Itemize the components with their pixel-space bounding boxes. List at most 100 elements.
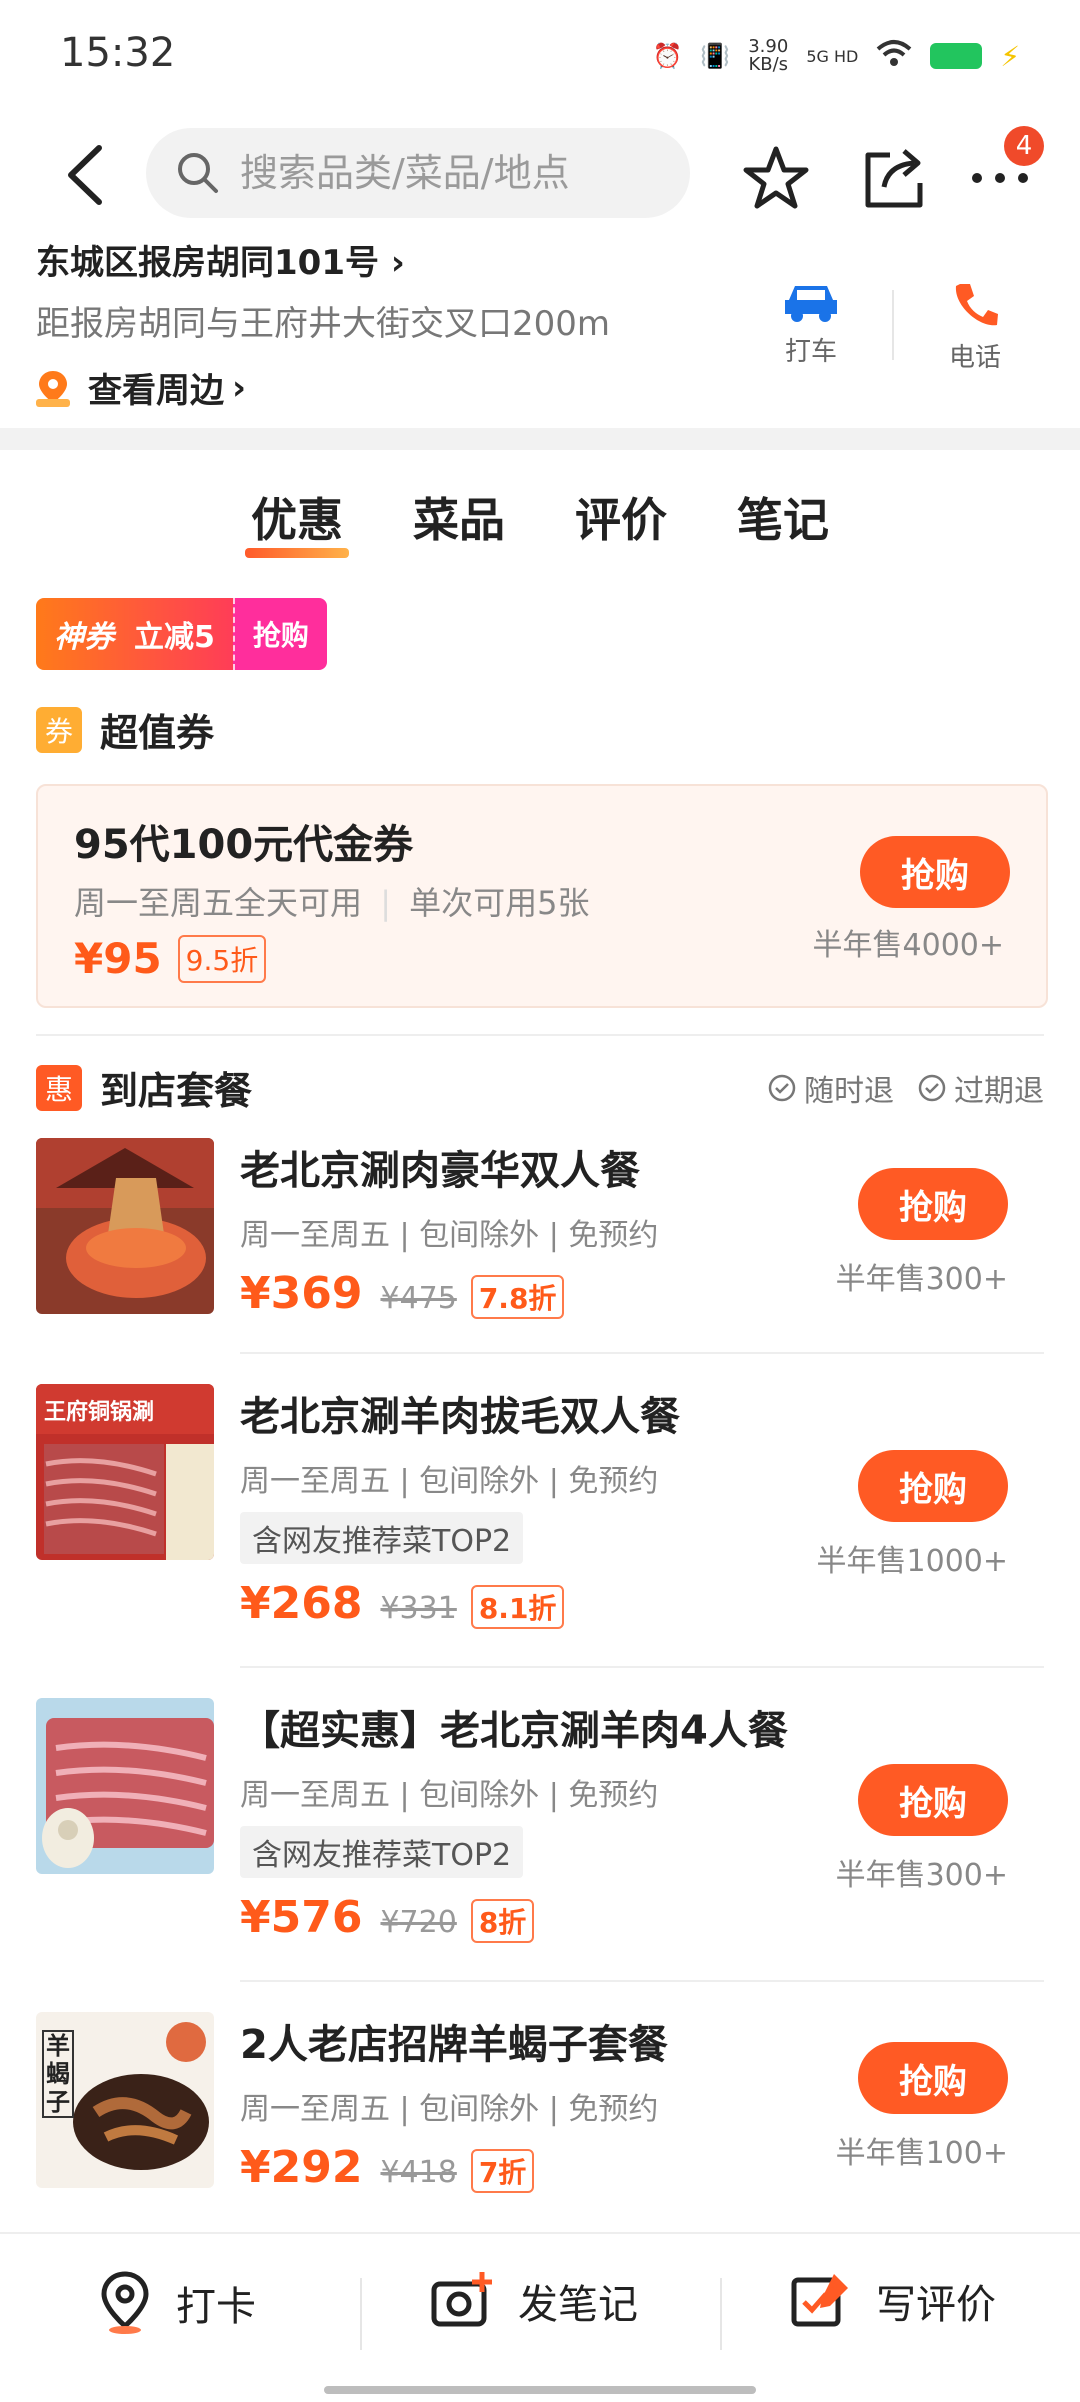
camera-add-icon <box>431 2272 492 2327</box>
edit-review-icon <box>791 2274 848 2327</box>
voucher-title: 95代100元代金券 <box>74 822 414 868</box>
deal-buy-button[interactable]: 抢购 <box>858 1764 1008 1836</box>
tab-reviews[interactable]: 评价 <box>571 484 671 554</box>
deal-item[interactable]: 王府铜锅涮 老北京涮羊肉拔毛双人餐 周一至周五 | 包间除外 | 免预约 含网友… <box>36 1384 1044 1664</box>
promo-tag: 神券 <box>54 620 114 655</box>
deal-original-price: ¥475 <box>380 1281 457 1316</box>
discount-icon: 惠 <box>36 1064 82 1111</box>
refund-any-label: 随时退 <box>804 1074 894 1109</box>
deal-tag: 含网友推荐菜TOP2 <box>240 1512 524 1564</box>
package-section-title: 到店套餐 <box>100 1069 253 1113</box>
voucher-desc-2: 单次可用5张 <box>409 884 590 922</box>
top-nav: 4 <box>0 120 1080 230</box>
deal-original-price: ¥418 <box>380 2155 457 2190</box>
deal-sold: 半年售300+ <box>835 1262 1008 1297</box>
deal-sold: 半年售300+ <box>835 1858 1008 1893</box>
deal-price: ¥268 <box>240 1578 363 1629</box>
deal-original-price: ¥331 <box>380 1591 457 1626</box>
deal-image-text: 羊蝎子 <box>42 2030 74 2118</box>
address-title[interactable]: 东城区报房胡同101号 › <box>36 235 796 284</box>
location-icon <box>101 2271 149 2334</box>
status-time: 15:32 <box>60 30 176 76</box>
battery-icon <box>930 43 983 69</box>
tab-notes[interactable]: 笔记 <box>733 484 833 554</box>
deal-price-row: ¥292 ¥418 7折 <box>240 2142 800 2193</box>
deal-tag: 含网友推荐菜TOP2 <box>240 1826 524 1878</box>
coupon-icon: 券 <box>36 706 82 753</box>
bottom-action-bar: 打卡 发笔记 写评价 <box>0 2232 1080 2402</box>
desc-divider: | <box>380 884 391 922</box>
vibrate-icon: 📳 <box>700 42 731 70</box>
back-button[interactable] <box>50 140 120 210</box>
refund-tags: 随时退 过期退 <box>768 1066 1044 1110</box>
deal-conditions: 周一至周五 | 包间除外 | 免预约 <box>240 1778 659 1813</box>
taxi-label: 打车 <box>784 337 837 367</box>
voucher-price-row: ¥95 9.5折 <box>74 934 267 983</box>
deal-discount: 8.1折 <box>470 1585 565 1629</box>
voucher-price: ¥95 <box>74 934 162 983</box>
deal-item[interactable]: 羊蝎子 2人老店招牌羊蝎子套餐 周一至周五 | 包间除外 | 免预约 ¥292 … <box>36 2012 1044 2212</box>
phone-button[interactable]: 电话 <box>900 280 1050 374</box>
tab-deals[interactable]: 优惠 <box>245 484 349 558</box>
deal-item[interactable]: 老北京涮肉豪华双人餐 周一至周五 | 包间除外 | 免预约 ¥369 ¥475 … <box>36 1138 1044 1358</box>
post-note-label: 发笔记 <box>518 2282 638 2328</box>
deal-conditions: 周一至周五 | 包间除外 | 免预约 <box>240 1218 659 1253</box>
back-arrow-icon <box>68 145 102 205</box>
divider <box>240 1666 1044 1668</box>
refund-expire: 过期退 <box>918 1066 1044 1110</box>
signal-label: 5G HD <box>806 46 859 66</box>
status-icons: ⏰ 📳 3.90 KB/s 5G HD ⚡ <box>652 38 1020 74</box>
voucher-discount: 9.5折 <box>177 934 267 983</box>
voucher-sold: 半年售4000+ <box>812 928 1004 963</box>
deal-price: ¥369 <box>240 1268 363 1319</box>
status-bar: 15:32 ⏰ 📳 3.90 KB/s 5G HD ⚡ <box>0 0 1080 115</box>
deal-price: ¥576 <box>240 1892 363 1943</box>
voucher-buy-button[interactable]: 抢购 <box>860 836 1010 908</box>
promo-buy-button[interactable]: 抢购 <box>232 598 327 670</box>
star-icon <box>743 146 809 209</box>
promo-coupon[interactable]: 神券 立减5 抢购 <box>36 598 327 670</box>
voucher-card[interactable]: 95代100元代金券 周一至周五全天可用 | 单次可用5张 ¥95 9.5折 抢… <box>36 784 1048 1008</box>
phone-icon <box>955 284 998 326</box>
deal-item[interactable]: 【超实惠】老北京涮羊肉4人餐 周一至周五 | 包间除外 | 免预约 含网友推荐菜… <box>36 1698 1044 1978</box>
more-button[interactable]: 4 <box>960 126 1044 218</box>
deal-price: ¥292 <box>240 2142 363 2193</box>
deal-image <box>36 1138 214 1314</box>
nearby-link[interactable]: 查看周边 › <box>36 363 796 412</box>
deal-discount: 7折 <box>470 2149 535 2193</box>
deal-buy-button[interactable]: 抢购 <box>858 1450 1008 1522</box>
favorite-button[interactable] <box>736 138 816 218</box>
refund-expire-label: 过期退 <box>954 1074 1044 1109</box>
deal-title: 老北京涮肉豪华双人餐 <box>240 1148 640 1194</box>
alarm-icon: ⏰ <box>652 42 683 70</box>
deal-buy-button[interactable]: 抢购 <box>858 1168 1008 1240</box>
promo-left: 神券 立减5 <box>36 598 233 670</box>
divider <box>240 1352 1044 1354</box>
deal-title: 【超实惠】老北京涮羊肉4人餐 <box>240 1708 788 1754</box>
voucher-section-title: 超值券 <box>100 711 215 755</box>
search-input[interactable] <box>238 150 662 196</box>
deal-buy-button[interactable]: 抢购 <box>858 2042 1008 2114</box>
address-title-text: 东城区报房胡同101号 <box>36 243 379 283</box>
wifi-icon <box>876 39 912 73</box>
deal-conditions: 周一至周五 | 包间除外 | 免预约 <box>240 2092 659 2127</box>
write-review-button[interactable]: 写评价 <box>790 2270 996 2332</box>
deal-info: 老北京涮羊肉拔毛双人餐 周一至周五 | 包间除外 | 免预约 含网友推荐菜TOP… <box>240 1384 800 1629</box>
divider <box>720 2278 722 2350</box>
deal-info: 2人老店招牌羊蝎子套餐 周一至周五 | 包间除外 | 免预约 ¥292 ¥418… <box>240 2012 800 2193</box>
checkin-button[interactable]: 打卡 <box>96 2270 256 2336</box>
home-indicator[interactable] <box>324 2386 756 2394</box>
charging-icon: ⚡ <box>1000 39 1020 73</box>
deal-price-row: ¥369 ¥475 7.8折 <box>240 1268 800 1319</box>
divider <box>240 1980 1044 1982</box>
post-note-button[interactable]: 发笔记 <box>430 2270 638 2332</box>
more-dots-icon <box>972 173 1028 183</box>
tab-dishes[interactable]: 菜品 <box>409 484 509 554</box>
search-bar[interactable] <box>146 128 690 218</box>
taxi-button[interactable]: 打车 <box>736 280 886 368</box>
voucher-section-header: 券 超值券 <box>36 702 214 757</box>
share-button[interactable] <box>854 138 934 218</box>
deal-price-row: ¥268 ¥331 8.1折 <box>240 1578 800 1629</box>
deal-image <box>36 1698 214 1874</box>
deal-discount: 8折 <box>470 1899 535 1943</box>
